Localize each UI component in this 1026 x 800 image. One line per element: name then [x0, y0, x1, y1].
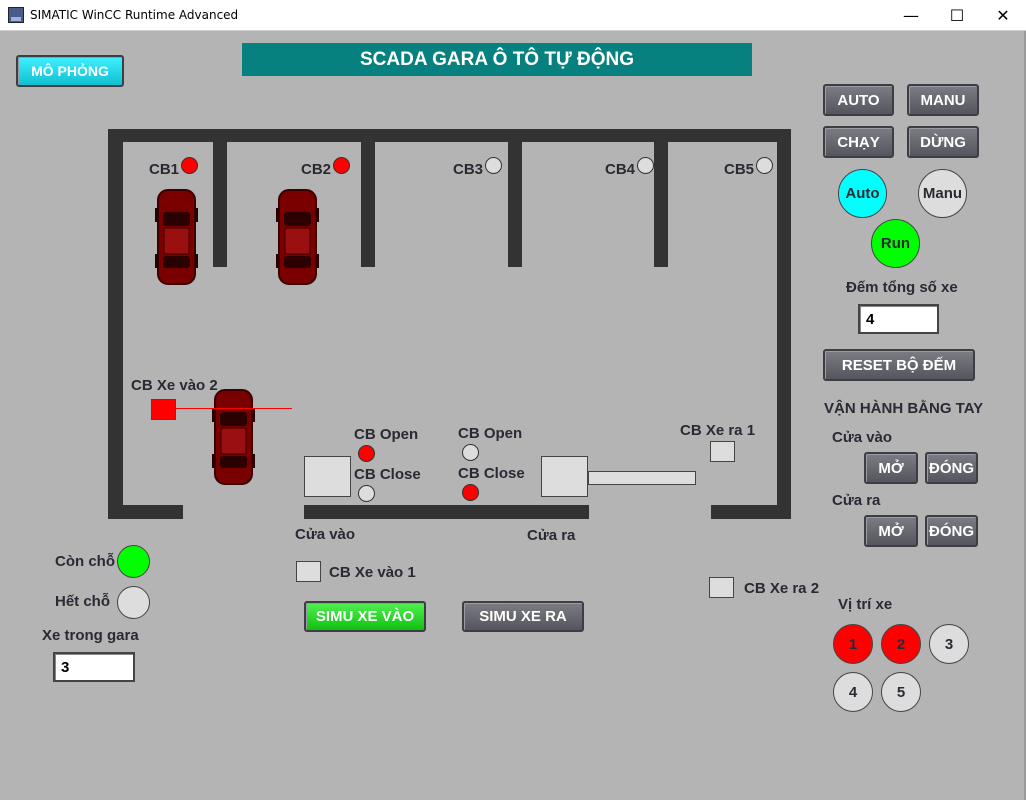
total-count-label: Đếm tổng số xe	[846, 279, 958, 296]
simulate-button[interactable]: MÔ PHỎNG	[16, 55, 124, 87]
exit-door-label: Cửa ra	[527, 527, 576, 544]
garage-wall-bottom-mid	[304, 505, 589, 519]
moving-car-icon	[212, 389, 255, 485]
manual-entry-door-label: Cửa vào	[832, 429, 893, 446]
slot-label-cb5: CB5	[724, 161, 755, 178]
position-indicator-5: 5	[881, 672, 921, 712]
available-label: Còn chỗ	[55, 553, 115, 570]
app-icon	[8, 7, 24, 23]
auto-indicator: Auto	[838, 169, 887, 218]
sensor-exit2	[709, 577, 734, 598]
position-indicator-2: 2	[881, 624, 921, 664]
garage-wall-bottom-left	[108, 505, 183, 519]
manual-mode-title: VẬN HÀNH BẰNG TAY	[824, 400, 984, 417]
total-count-field[interactable]: 4	[858, 304, 939, 334]
exit-close-label: CB Close	[458, 465, 525, 482]
slot-divider-3	[508, 142, 522, 267]
close-icon[interactable]: ✕	[980, 0, 1026, 31]
sensor-label-exit2: CB Xe ra 2	[744, 580, 820, 597]
exit-close-button[interactable]: ĐÓNG	[925, 515, 978, 547]
entry-door-label: Cửa vào	[295, 526, 356, 543]
sensor-entry2	[151, 399, 176, 420]
exit-door	[541, 456, 588, 497]
slot-divider-4	[654, 142, 668, 267]
car-icon	[276, 189, 319, 285]
position-indicator-3: 3	[929, 624, 969, 664]
full-indicator	[117, 586, 150, 619]
garage-wall-top	[108, 129, 791, 142]
entry-door	[304, 456, 351, 497]
exit-close-sensor	[462, 484, 479, 501]
sensor-exit1	[710, 441, 735, 462]
slot-sensor-cb4	[637, 157, 654, 174]
car-position-label: Vị trí xe	[838, 596, 893, 613]
exit-open-button[interactable]: MỞ	[864, 515, 918, 547]
run-button[interactable]: CHẠY	[823, 126, 894, 158]
exit-barrier-arm	[588, 471, 696, 485]
slot-sensor-cb3	[485, 157, 502, 174]
sensor-label-entry1: CB Xe vào 1	[329, 564, 416, 581]
run-indicator: Run	[871, 219, 920, 268]
slot-sensor-cb2	[333, 157, 350, 174]
cars-in-garage-label: Xe trong gara	[42, 627, 139, 644]
entry-open-sensor	[358, 445, 375, 462]
manu-button[interactable]: MANU	[907, 84, 979, 116]
simulate-car-in-button[interactable]: SIMU XE VÀO	[304, 601, 426, 632]
entry-open-button[interactable]: MỞ	[864, 452, 918, 484]
entry-close-button[interactable]: ĐÓNG	[925, 452, 978, 484]
sensor-entry1	[296, 561, 321, 582]
window-titlebar: SIMATIC WinCC Runtime Advanced — ☐ ✕	[0, 0, 1026, 31]
slot-label-cb3: CB3	[453, 161, 484, 178]
full-label: Hết chỗ	[55, 593, 111, 610]
maximize-icon[interactable]: ☐	[934, 0, 980, 31]
cars-in-garage-field[interactable]: 3	[53, 652, 135, 682]
sensor-beam	[176, 408, 292, 409]
available-indicator	[117, 545, 150, 578]
garage-wall-left	[108, 129, 123, 519]
car-icon	[155, 189, 198, 285]
sensor-label-entry2: CB Xe vào 2	[131, 377, 218, 394]
exit-open-sensor	[462, 444, 479, 461]
exit-open-label: CB Open	[458, 425, 523, 442]
auto-button[interactable]: AUTO	[823, 84, 894, 116]
slot-divider-2	[361, 142, 375, 267]
slot-divider-1	[213, 142, 227, 267]
manual-exit-door-label: Cửa ra	[832, 492, 881, 509]
slot-label-cb1: CB1	[149, 161, 180, 178]
page-title: SCADA GARA Ô TÔ TỰ ĐỘNG	[242, 43, 752, 76]
sensor-label-exit1: CB Xe ra 1	[680, 422, 756, 439]
position-indicator-1: 1	[833, 624, 873, 664]
slot-sensor-cb1	[181, 157, 198, 174]
window-title: SIMATIC WinCC Runtime Advanced	[30, 8, 239, 22]
stop-button[interactable]: DỪNG	[907, 126, 979, 158]
slot-sensor-cb5	[756, 157, 773, 174]
manu-indicator: Manu	[918, 169, 967, 218]
entry-open-label: CB Open	[354, 426, 419, 443]
slot-label-cb2: CB2	[301, 161, 332, 178]
simulate-car-out-button[interactable]: SIMU XE RA	[462, 601, 584, 632]
minimize-icon[interactable]: —	[888, 0, 934, 31]
entry-close-label: CB Close	[354, 466, 421, 483]
reset-counter-button[interactable]: RESET BỘ ĐẾM	[823, 349, 975, 381]
position-indicator-4: 4	[833, 672, 873, 712]
slot-label-cb4: CB4	[605, 161, 636, 178]
entry-close-sensor	[358, 485, 375, 502]
garage-wall-bottom-right	[711, 505, 791, 519]
garage-wall-right	[777, 129, 791, 519]
